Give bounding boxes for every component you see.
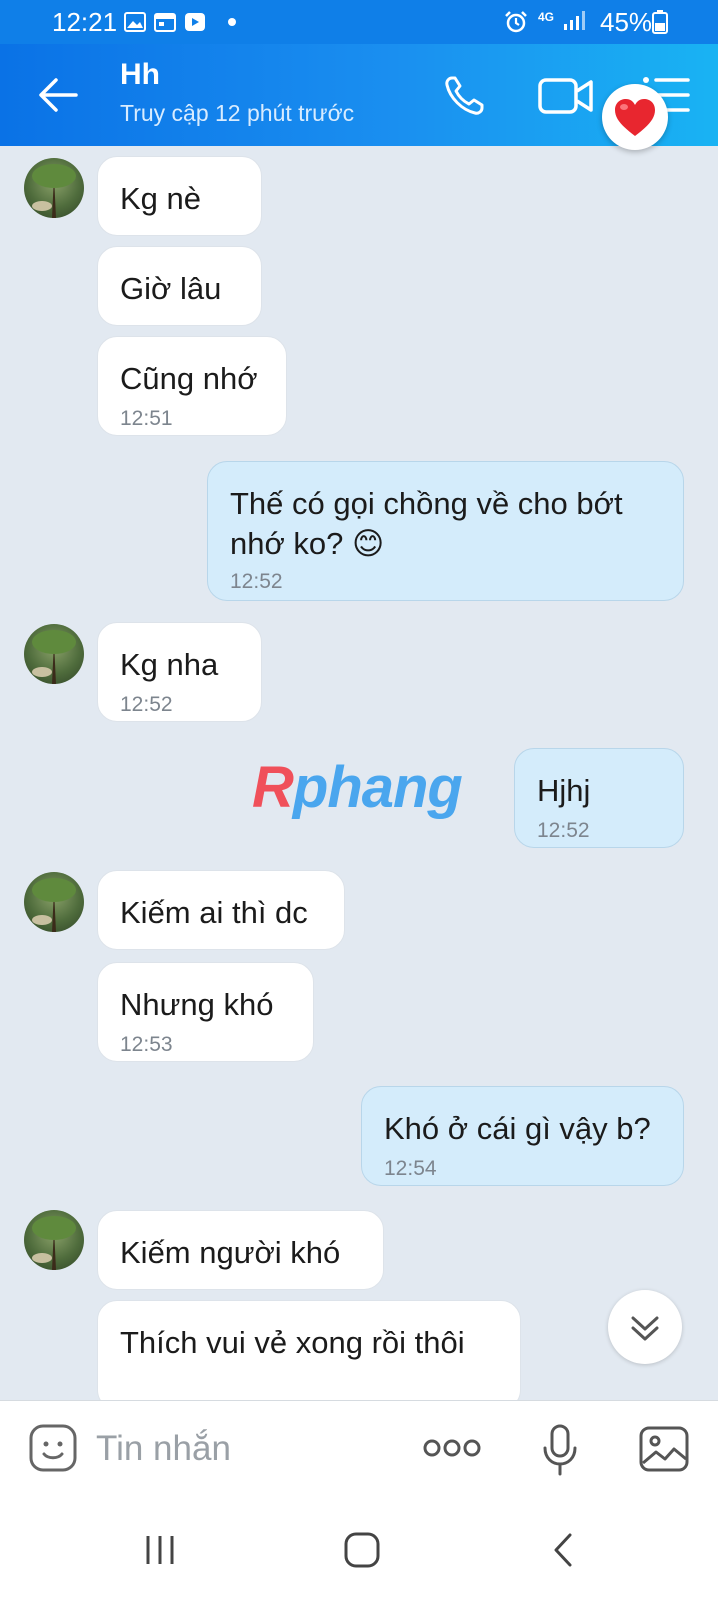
home-icon[interactable] (342, 1530, 382, 1570)
heart-reaction-button[interactable] (602, 84, 668, 150)
gallery-icon (124, 12, 146, 32)
message-timestamp: 12:52 (230, 570, 283, 593)
contact-name[interactable]: Hh (120, 58, 160, 92)
battery-percent: 45% (600, 7, 653, 37)
message-bubble-incoming[interactable]: Kg nè (97, 156, 262, 236)
watermark-part-1: R (252, 755, 294, 820)
last-seen-status: Truy cập 12 phút trước (120, 100, 355, 126)
chat-messages[interactable]: Kg nè Giờ lâu Cũng nhớ 12:51 Thế có gọi … (0, 146, 718, 1400)
video-call-icon[interactable] (538, 74, 594, 118)
message-timestamp: 12:52 (537, 819, 590, 842)
status-bar: 12:21 4G 45% (0, 0, 718, 44)
signal-icon (564, 11, 585, 30)
back-arrow-icon[interactable] (36, 72, 82, 118)
message-text: Thích vui vẻ xong rồi thôi (120, 1325, 465, 1360)
chevron-double-down-icon (631, 1316, 659, 1341)
message-timestamp: 12:54 (384, 1157, 437, 1180)
network-type: 4G (538, 10, 555, 24)
message-bubble-outgoing[interactable]: Hjhj 12:52 (514, 748, 684, 848)
watermark-logo: Rphang (252, 754, 463, 821)
cast-icon (185, 13, 205, 31)
message-timestamp: 12:51 (120, 407, 173, 430)
image-icon[interactable] (638, 1425, 690, 1473)
heart-icon (615, 99, 655, 136)
message-text: Nhưng khó (120, 987, 274, 1022)
message-bubble-incoming[interactable]: Thích vui vẻ xong rồi thôi (97, 1300, 521, 1400)
message-bubble-outgoing[interactable]: Khó ở cái gì vậy b? 12:54 (361, 1086, 684, 1186)
contact-avatar[interactable] (24, 1210, 84, 1270)
contact-avatar[interactable] (24, 624, 84, 684)
status-time: 12:21 (52, 7, 118, 37)
alarm-icon (505, 11, 527, 33)
message-text: Kg nè (120, 181, 202, 216)
battery-icon (652, 10, 668, 34)
message-text: Hjhj (537, 773, 591, 808)
contact-avatar[interactable] (24, 158, 84, 218)
recent-apps-icon[interactable] (142, 1532, 178, 1568)
message-input-bar (0, 1400, 718, 1510)
contact-avatar[interactable] (24, 872, 84, 932)
message-timestamp: 12:53 (120, 1033, 173, 1056)
message-bubble-incoming[interactable]: Kiếm người khó (97, 1210, 384, 1290)
message-input[interactable] (96, 1423, 396, 1475)
calendar-icon (154, 13, 176, 32)
message-text: Giờ lâu (120, 271, 222, 306)
message-bubble-incoming[interactable]: Nhưng khó 12:53 (97, 962, 314, 1062)
message-text-line: nhớ ko? 😊 (230, 526, 385, 561)
message-text: Kg nha (120, 647, 219, 682)
emoji-icon[interactable] (28, 1423, 78, 1473)
message-bubble-incoming[interactable]: Kg nha 12:52 (97, 622, 262, 722)
message-bubble-incoming[interactable]: Kiếm ai thì dc (97, 870, 345, 950)
phone-icon[interactable] (440, 72, 488, 120)
message-timestamp: 12:52 (120, 693, 173, 716)
message-text: Kiếm ai thì dc (120, 895, 308, 930)
notification-dot (228, 18, 236, 26)
message-bubble-incoming[interactable]: Giờ lâu (97, 246, 262, 326)
message-bubble-outgoing[interactable]: Thế có gọi chồng về cho bớt nhớ ko? 😊 12… (207, 461, 684, 601)
message-bubble-incoming[interactable]: Cũng nhớ 12:51 (97, 336, 287, 436)
message-text: Khó ở cái gì vậy b? (384, 1111, 651, 1146)
message-text: Cũng nhớ (120, 361, 258, 396)
back-icon[interactable] (548, 1532, 578, 1568)
message-text: Kiếm người khó (120, 1235, 341, 1270)
scroll-to-bottom-button[interactable] (608, 1290, 682, 1364)
message-text-line: Thế có gọi chồng về cho bớt (230, 486, 623, 521)
microphone-icon[interactable] (540, 1423, 580, 1477)
watermark-part-2: phang (292, 755, 463, 820)
system-nav-bar (0, 1510, 718, 1600)
more-icon[interactable] (422, 1435, 482, 1461)
